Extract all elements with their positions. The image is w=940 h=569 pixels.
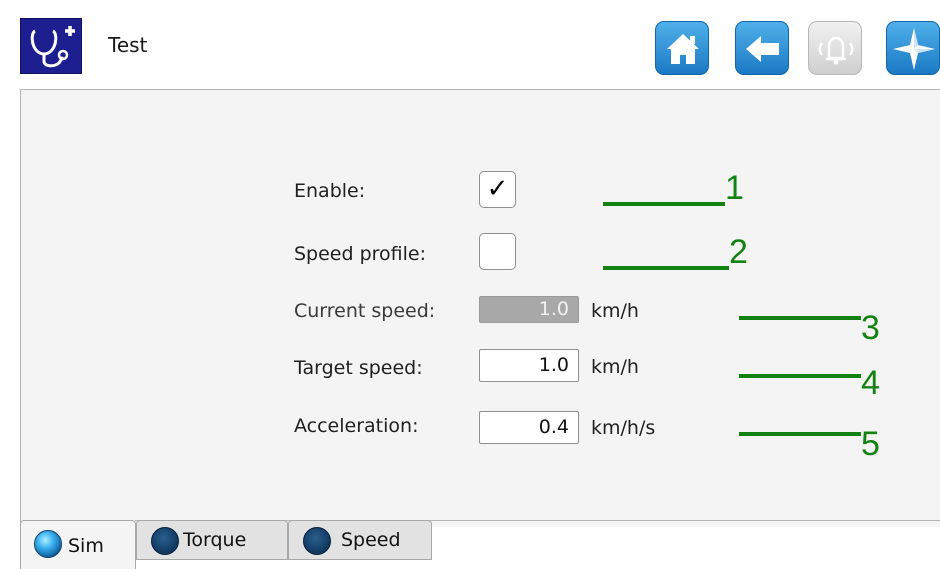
check-icon: ✓ — [486, 174, 509, 204]
back-button[interactable] — [735, 21, 789, 75]
status-led-icon — [34, 530, 62, 558]
tab-label-speed: Speed — [341, 529, 401, 551]
home-button[interactable] — [655, 21, 709, 75]
compass-icon — [893, 28, 935, 70]
app-logo — [20, 18, 82, 74]
target-speed-unit: km/h — [591, 356, 639, 378]
annotation-number-4: 4 — [861, 364, 880, 402]
speed-profile-label: Speed profile: — [294, 243, 427, 265]
tab-label-torque: Torque — [183, 529, 247, 551]
content-panel: Enable: ✓ Speed profile: Current speed: … — [20, 89, 940, 527]
current-speed-unit: km/h — [591, 300, 639, 322]
tab-torque[interactable]: Torque — [136, 520, 288, 560]
target-speed-input[interactable]: 1.0 — [479, 349, 579, 382]
acceleration-label: Acceleration: — [294, 415, 419, 437]
target-speed-label: Target speed: — [294, 357, 423, 379]
status-led-icon — [303, 527, 331, 555]
status-led-icon — [151, 527, 179, 555]
tab-speed[interactable]: Speed — [288, 520, 432, 560]
annotation-line-5 — [739, 432, 861, 436]
stethoscope-plus-icon — [30, 26, 75, 68]
tab-sim[interactable]: Sim — [20, 520, 136, 569]
current-speed-label: Current speed: — [294, 300, 436, 322]
alarm-button[interactable] — [808, 21, 862, 75]
navigate-button[interactable] — [886, 21, 940, 75]
arrow-left-icon — [746, 36, 779, 62]
acceleration-unit: km/h/s — [591, 417, 656, 439]
annotation-number-5: 5 — [861, 425, 880, 463]
tab-bar: Sim Torque Speed — [0, 520, 940, 569]
page-title: Test — [108, 33, 148, 57]
annotation-number-3: 3 — [861, 309, 880, 347]
annotation-line-3 — [739, 316, 861, 320]
annotation-number-1: 1 — [725, 169, 744, 207]
tab-label-sim: Sim — [68, 535, 104, 557]
acceleration-input[interactable]: 0.4 — [479, 411, 579, 444]
annotation-line-1 — [603, 202, 725, 206]
home-icon — [667, 34, 699, 64]
enable-checkbox[interactable]: ✓ — [479, 171, 516, 208]
bell-icon — [818, 36, 854, 65]
annotation-line-4 — [739, 374, 861, 378]
title-bar: Test — [0, 0, 940, 88]
annotation-line-2 — [603, 266, 729, 270]
speed-profile-checkbox[interactable] — [479, 233, 516, 270]
enable-label: Enable: — [294, 180, 366, 202]
annotation-number-2: 2 — [729, 233, 748, 271]
current-speed-field: 1.0 — [479, 296, 579, 323]
